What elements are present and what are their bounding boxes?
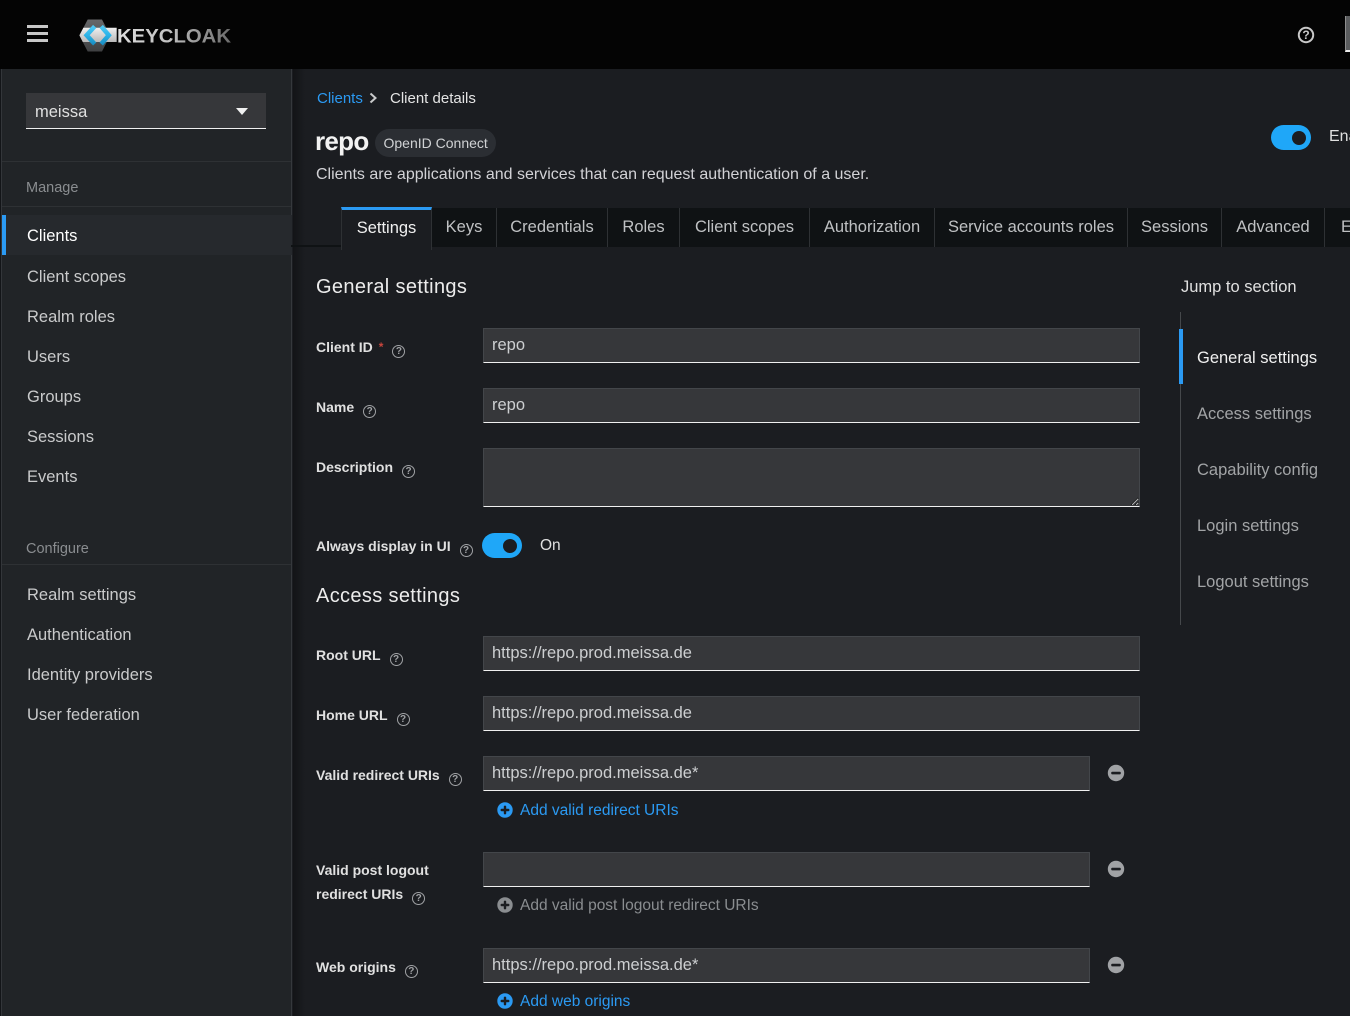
svg-text:KEYCLOAK: KEYCLOAK: [117, 26, 231, 48]
svg-text:?: ?: [1302, 28, 1309, 42]
